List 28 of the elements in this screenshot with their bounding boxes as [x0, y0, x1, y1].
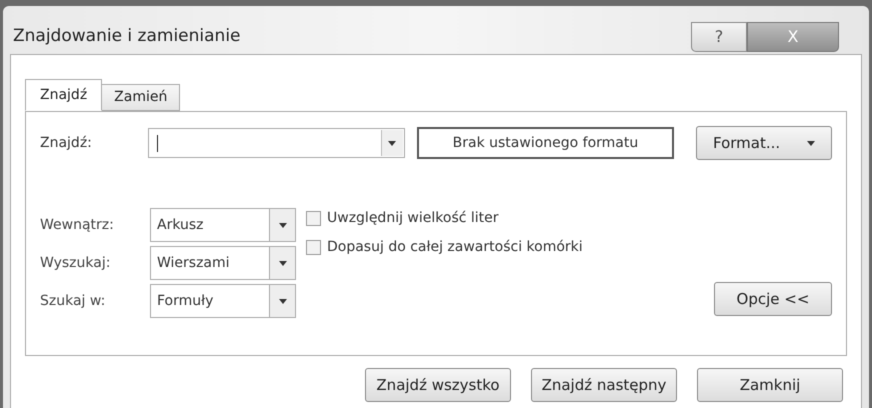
checkbox[interactable] [306, 211, 321, 226]
tab[interactable]: Zamień [102, 84, 180, 111]
option-label: Szukaj w: [40, 292, 106, 310]
caret-icon [807, 140, 815, 146]
find-label: Znajdź: [40, 134, 93, 152]
option-label: Wyszukaj: [40, 254, 112, 272]
caret-icon [278, 298, 286, 304]
checkbox-option[interactable]: Uwzględnij wielkość liter [306, 208, 583, 229]
tab[interactable]: Znajdź [25, 79, 102, 111]
option-select[interactable]: Arkusz [150, 208, 296, 242]
options-button[interactable]: Opcje << [714, 282, 832, 316]
dialog-button[interactable]: Znajdź wszystko [365, 368, 511, 402]
checkbox-option[interactable]: Dopasuj do całej zawartości komórki [306, 237, 583, 258]
dialog-button[interactable]: Znajdź następny [531, 368, 677, 402]
help-button[interactable]: ? [691, 22, 747, 52]
option-select[interactable]: Wierszami [150, 246, 296, 280]
caret-icon [388, 140, 396, 146]
caret-icon [278, 260, 286, 266]
format-button[interactable]: Format... [696, 126, 832, 160]
option-select[interactable]: Formuły [150, 284, 296, 318]
checkbox[interactable] [306, 240, 321, 255]
option-label: Wewnątrz: [40, 216, 115, 234]
caret-icon [278, 222, 286, 228]
text-cursor [156, 134, 158, 152]
format-preview: Brak ustawionego formatu [416, 127, 674, 159]
window-title: Znajdowanie i zamienianie [12, 25, 241, 48]
dialog-button[interactable]: Zamknij [697, 368, 843, 402]
find-field[interactable] [148, 128, 405, 158]
